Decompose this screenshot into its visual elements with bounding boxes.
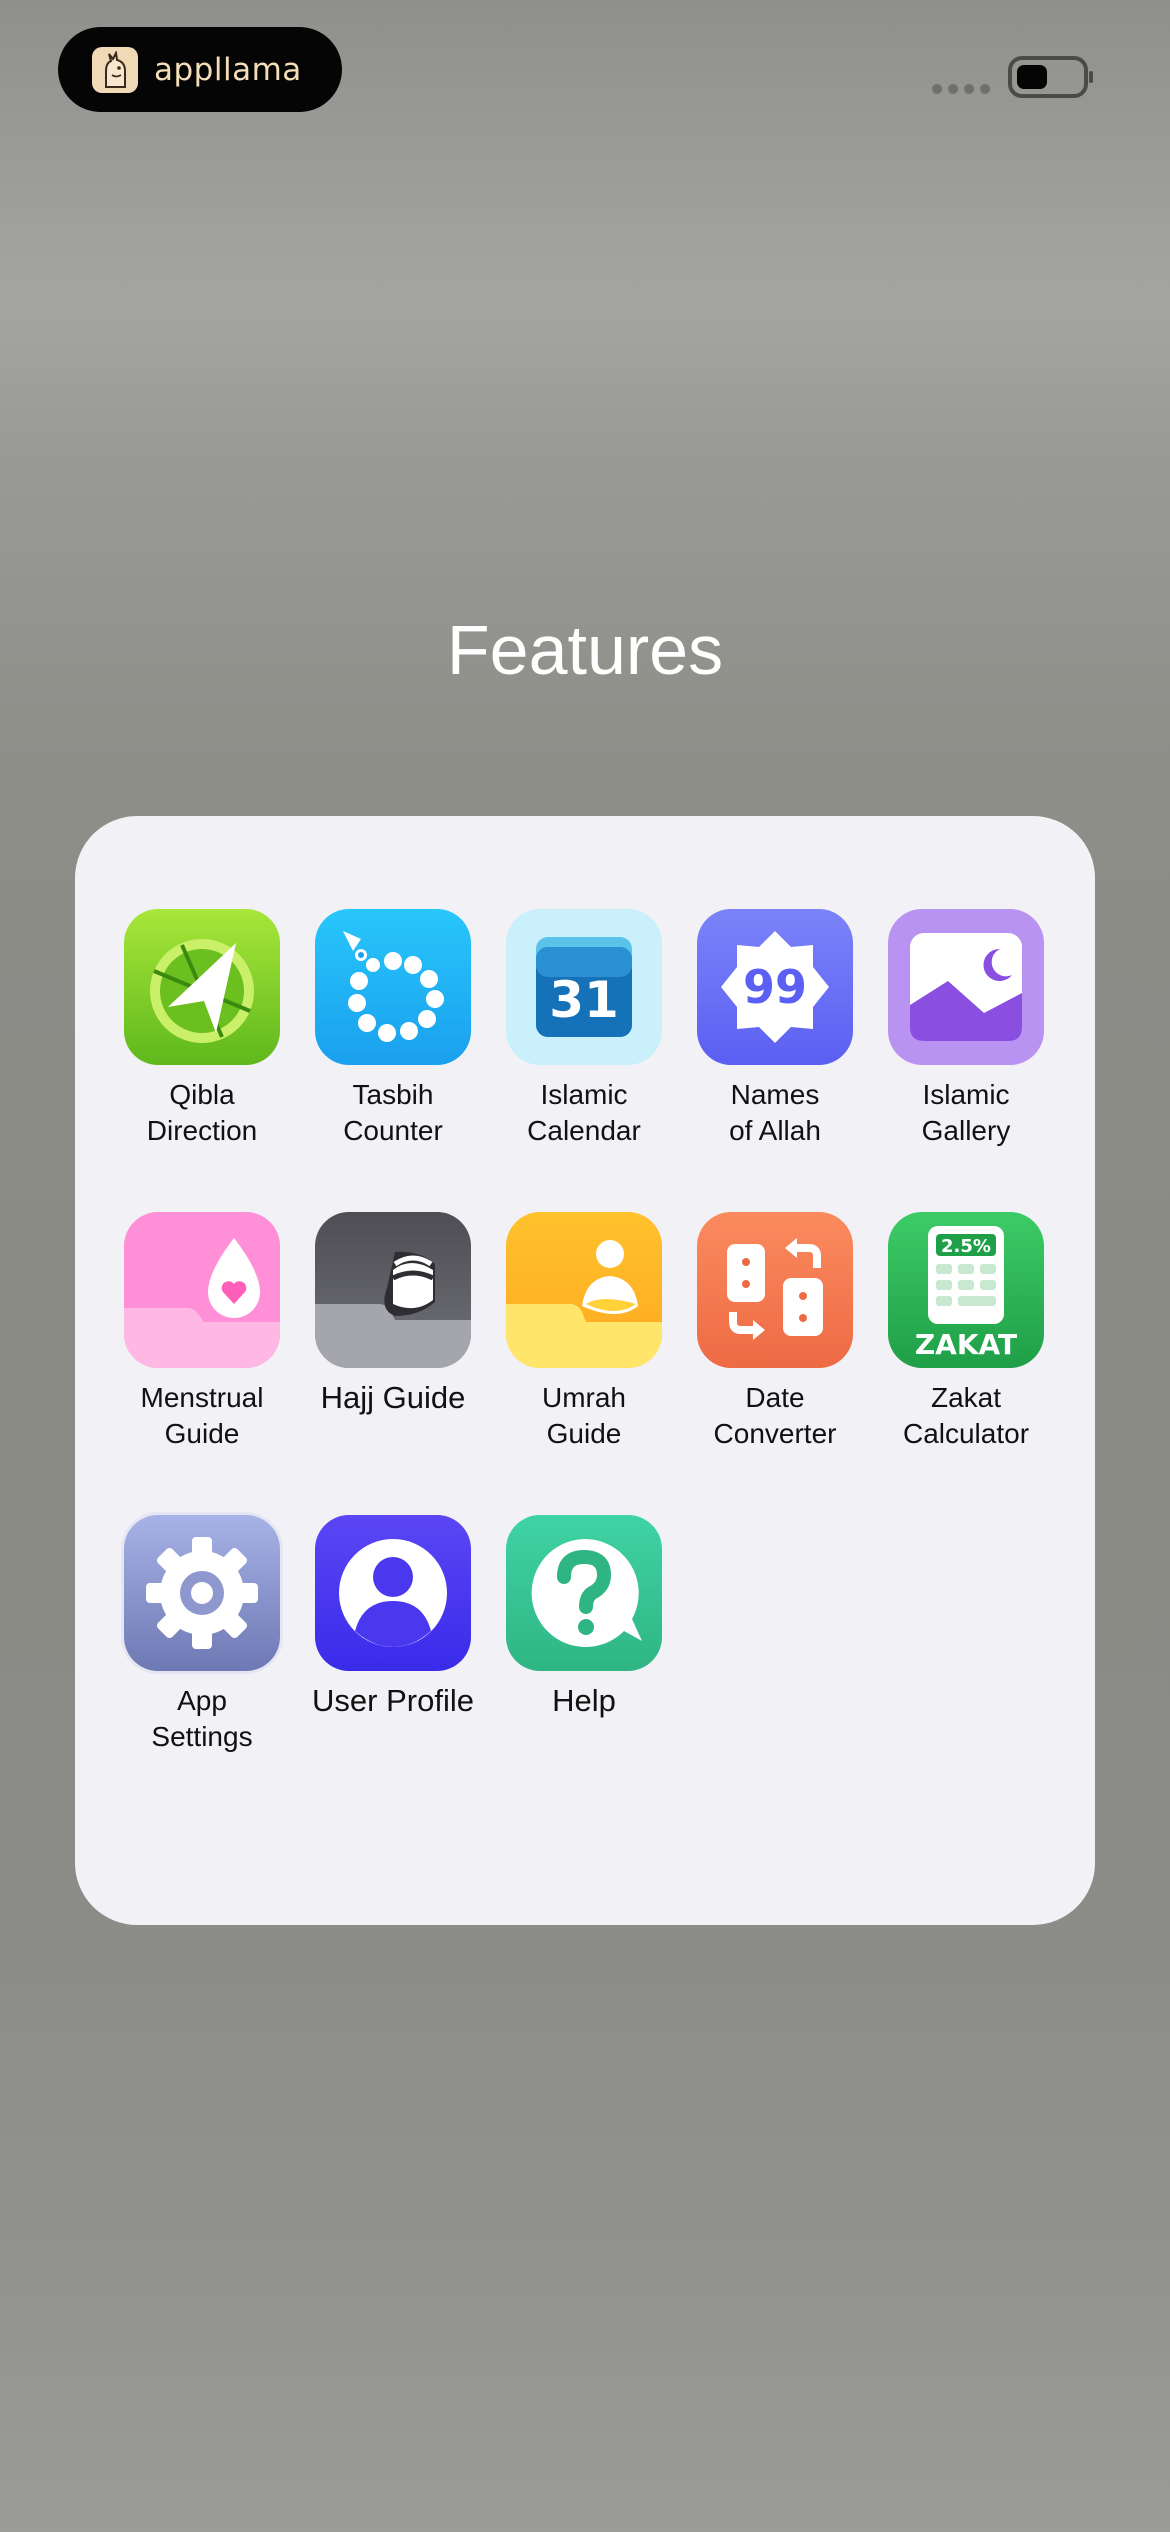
feature-label: Zakat Calculator bbox=[902, 1382, 1030, 1449]
feature-label: App Settings bbox=[151, 1685, 253, 1752]
feature-label: Qibla Direction bbox=[146, 1079, 258, 1146]
feature-label: Umrah Guide bbox=[541, 1382, 626, 1449]
feature-tasbih-counter[interactable]: Tasbih Counter bbox=[313, 909, 473, 1149]
prayer-beads-icon bbox=[315, 909, 471, 1065]
feature-label: Names of Allah bbox=[729, 1079, 821, 1146]
calculator-icon: 2.5% ZAKAT bbox=[888, 1212, 1044, 1368]
features-panel: Qibla Direction Tasbih Counter 31 Islami… bbox=[75, 816, 1095, 1925]
kaaba-icon bbox=[315, 1212, 471, 1368]
gallery-icon bbox=[888, 909, 1044, 1065]
battery-cap bbox=[1089, 71, 1093, 83]
feature-label: Islamic Calendar bbox=[527, 1079, 641, 1146]
feature-zakat-calculator[interactable]: 2.5% ZAKAT Zakat Calculator bbox=[886, 1212, 1046, 1452]
feature-label: Help bbox=[552, 1683, 616, 1718]
compass-icon bbox=[124, 909, 280, 1065]
convert-icon bbox=[697, 1212, 853, 1368]
svg-text:31: 31 bbox=[549, 971, 619, 1029]
badge-99-icon: 99 bbox=[697, 909, 853, 1065]
feature-label: Tasbih Counter bbox=[343, 1079, 443, 1146]
feature-help[interactable]: Help bbox=[504, 1515, 664, 1719]
signal-icon bbox=[932, 84, 990, 94]
feature-user-profile[interactable]: User Profile bbox=[312, 1515, 474, 1719]
feature-label: Hajj Guide bbox=[320, 1380, 466, 1415]
feature-islamic-gallery[interactable]: Islamic Gallery bbox=[886, 909, 1046, 1149]
battery-icon bbox=[1008, 56, 1088, 98]
feature-hajj-guide[interactable]: Hajj Guide bbox=[313, 1212, 473, 1416]
user-icon bbox=[315, 1515, 471, 1671]
feature-app-settings[interactable]: App Settings bbox=[122, 1515, 282, 1755]
app-brand-pill: appllama bbox=[58, 27, 342, 112]
llama-icon bbox=[92, 46, 138, 93]
feature-names-of-allah[interactable]: 99 Names of Allah bbox=[695, 909, 855, 1149]
feature-label: Islamic Gallery bbox=[921, 1079, 1011, 1146]
brand-name: appllama bbox=[154, 51, 302, 88]
pilgrim-icon bbox=[506, 1212, 662, 1368]
svg-text:2.5%: 2.5% bbox=[941, 1236, 991, 1257]
feature-qibla-direction[interactable]: Qibla Direction bbox=[122, 909, 282, 1149]
feature-date-converter[interactable]: Date Converter bbox=[695, 1212, 855, 1452]
feature-label: Menstrual Guide bbox=[140, 1382, 264, 1449]
calendar-icon: 31 bbox=[506, 909, 662, 1065]
drop-heart-icon bbox=[124, 1212, 280, 1368]
feature-menstrual-guide[interactable]: Menstrual Guide bbox=[122, 1212, 282, 1452]
feature-label: User Profile bbox=[312, 1683, 474, 1718]
svg-text:ZAKAT: ZAKAT bbox=[915, 1328, 1017, 1361]
help-bubble-icon bbox=[506, 1515, 662, 1671]
feature-label: Date Converter bbox=[713, 1382, 837, 1449]
page-title: Features bbox=[446, 611, 724, 689]
gear-icon bbox=[124, 1515, 280, 1671]
feature-islamic-calendar[interactable]: 31 Islamic Calendar bbox=[504, 909, 664, 1149]
svg-text:99: 99 bbox=[743, 960, 807, 1014]
feature-umrah-guide[interactable]: Umrah Guide bbox=[504, 1212, 664, 1452]
